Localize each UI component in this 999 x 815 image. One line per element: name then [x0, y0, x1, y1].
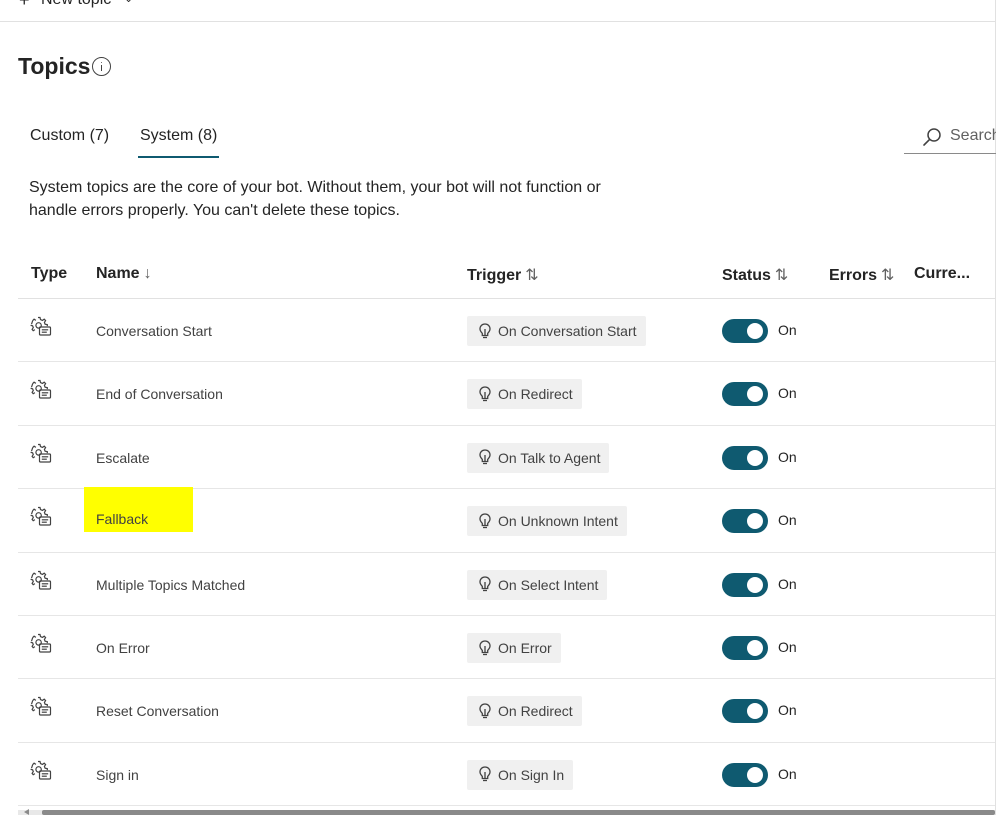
column-header-status[interactable]: Status ⇅ — [722, 265, 788, 285]
lightbulb-icon — [479, 766, 498, 783]
column-header-trigger[interactable]: Trigger ⇅ — [467, 265, 539, 285]
table-row[interactable]: On Error On Error On — [18, 616, 995, 680]
status-toggle[interactable] — [722, 762, 768, 787]
horizontal-scrollbar[interactable] — [18, 809, 995, 815]
status-label: On — [778, 385, 797, 402]
table-row[interactable]: Sign in On Sign In On — [18, 743, 995, 807]
active-tab-indicator — [138, 156, 219, 158]
status-label: On — [778, 639, 797, 655]
chevron-down-icon[interactable]: ⌄ — [124, 0, 133, 5]
lightbulb-icon — [479, 703, 498, 720]
status-toggle[interactable] — [722, 319, 768, 343]
system-topic-gear-icon — [30, 506, 52, 533]
trigger-label: On Conversation Start — [498, 323, 637, 339]
trigger-chip: On Unknown Intent — [467, 506, 627, 537]
system-topic-gear-icon — [30, 696, 52, 723]
scrollbar-thumb[interactable] — [42, 810, 995, 815]
sort-icon: ⇅ — [525, 267, 539, 284]
info-icon[interactable] — [92, 57, 111, 76]
tab-system[interactable]: System (8) — [140, 127, 217, 145]
trigger-label: On Unknown Intent — [498, 513, 618, 530]
status-label: On — [778, 702, 797, 719]
new-topic-button[interactable]: New topic — [41, 0, 111, 9]
table-row[interactable]: Fallback On Unknown Intent On — [18, 487, 995, 553]
sort-descending-icon: ↓ — [143, 265, 152, 282]
table-row[interactable]: Reset Conversation On Redirect On — [18, 679, 995, 743]
trigger-label: On Select Intent — [498, 576, 599, 593]
status-toggle[interactable] — [722, 445, 768, 470]
trigger-label: On Sign In — [498, 766, 565, 783]
sort-icon: ⇅ — [881, 267, 895, 284]
search-input[interactable]: Search — [904, 124, 996, 154]
system-topic-gear-icon — [30, 443, 52, 470]
panel-divider — [995, 0, 996, 815]
lightbulb-icon — [479, 322, 498, 340]
system-topic-gear-icon — [30, 633, 52, 660]
status-toggle[interactable] — [722, 572, 768, 597]
column-header-errors[interactable]: Errors ⇅ — [829, 265, 894, 285]
topic-name-link[interactable]: Sign in — [96, 767, 139, 783]
trigger-chip: On Talk to Agent — [467, 442, 610, 473]
topic-name-link[interactable]: Escalate — [96, 450, 150, 466]
topic-name-link[interactable]: End of Conversation — [96, 386, 223, 402]
lightbulb-icon — [479, 639, 498, 657]
trigger-chip: On Select Intent — [467, 569, 608, 600]
topic-name-link[interactable]: Multiple Topics Matched — [96, 577, 245, 593]
topic-name-link[interactable]: Reset Conversation — [96, 703, 219, 719]
trigger-chip: On Redirect — [467, 379, 582, 410]
system-topic-gear-icon — [30, 570, 52, 597]
topic-name-link[interactable]: Fallback — [84, 487, 193, 533]
column-header-type-label: Type — [31, 265, 68, 282]
trigger-chip: On Conversation Start — [467, 316, 646, 346]
status-label: On — [778, 512, 797, 529]
topic-name-link[interactable]: Conversation Start — [96, 323, 212, 339]
tab-custom[interactable]: Custom (7) — [30, 127, 109, 145]
lightbulb-icon — [479, 513, 498, 530]
column-header-current-label: Curre... — [914, 265, 971, 282]
status-toggle[interactable] — [722, 382, 768, 407]
trigger-chip: On Sign In — [467, 759, 574, 790]
system-topics-description: System topics are the core of your bot. … — [29, 179, 601, 219]
trigger-label: On Error — [498, 640, 552, 656]
search-icon — [923, 128, 941, 146]
column-header-errors-label: Errors — [829, 267, 878, 284]
column-header-status-label: Status — [722, 267, 771, 284]
trigger-label: On Talk to Agent — [498, 449, 601, 466]
table-row[interactable]: Multiple Topics Matched On Select Intent O… — [18, 553, 995, 616]
column-header-current[interactable]: Curre... — [914, 265, 970, 283]
lightbulb-icon — [479, 449, 498, 466]
status-label: On — [778, 448, 797, 465]
system-topic-gear-icon — [30, 760, 52, 787]
lightbulb-icon — [479, 386, 498, 403]
status-toggle[interactable] — [722, 699, 768, 724]
column-header-name-label: Name — [96, 265, 140, 282]
table-row[interactable]: End of Conversation On Redirect On — [18, 362, 995, 426]
scroll-left-icon[interactable] — [24, 809, 29, 815]
page-title: Topics — [18, 53, 91, 79]
status-label: On — [778, 575, 797, 592]
trigger-chip: On Redirect — [467, 696, 582, 727]
trigger-label: On Redirect — [498, 703, 573, 720]
topic-name-link[interactable]: On Error — [96, 640, 150, 656]
column-header-trigger-label: Trigger — [467, 267, 522, 284]
trigger-label: On Redirect — [498, 386, 573, 403]
status-label: On — [778, 765, 797, 782]
plus-icon[interactable]: + — [19, 0, 30, 9]
column-header-name[interactable]: Name ↓ — [96, 265, 152, 283]
command-bar: + New topic ⌄ — [0, 0, 996, 22]
system-topic-gear-icon — [30, 316, 52, 343]
table-row[interactable]: Escalate On Talk to Agent On — [18, 426, 995, 490]
trigger-chip: On Error — [467, 633, 561, 663]
table-row[interactable]: Conversation Start On Conversation Start O… — [18, 299, 995, 363]
lightbulb-icon — [479, 576, 498, 593]
status-label: On — [778, 322, 797, 338]
status-toggle[interactable] — [722, 636, 768, 660]
column-header-type: Type — [31, 265, 67, 283]
status-toggle[interactable] — [722, 509, 768, 534]
system-topic-gear-icon — [30, 379, 52, 406]
sort-icon: ⇅ — [774, 267, 789, 284]
search-placeholder: Search — [950, 127, 996, 144]
